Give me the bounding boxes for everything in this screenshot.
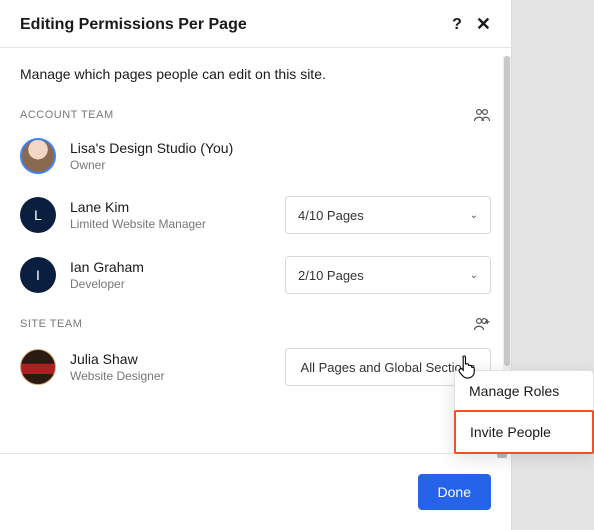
account-team-title: ACCOUNT TEAM xyxy=(20,109,114,121)
avatar xyxy=(20,349,56,385)
pages-dropdown[interactable]: 2/10 Pages ⌄ xyxy=(285,256,491,294)
modal-header: Editing Permissions Per Page ? ✕ xyxy=(0,0,511,48)
member-info: Lane Kim Limited Website Manager xyxy=(70,199,285,231)
account-team-header: ACCOUNT TEAM xyxy=(20,108,491,122)
member-info: Julia Shaw Website Designer xyxy=(70,351,285,383)
help-icon[interactable]: ? xyxy=(452,16,462,34)
menu-item-invite-people[interactable]: Invite People xyxy=(454,410,594,454)
done-button[interactable]: Done xyxy=(418,474,491,510)
avatar: I xyxy=(20,257,56,293)
member-role: Owner xyxy=(70,158,285,172)
add-people-icon[interactable] xyxy=(473,316,491,332)
member-info: Ian Graham Developer xyxy=(70,259,285,291)
modal-footer: Done xyxy=(0,453,511,530)
member-row: Julia Shaw Website Designer All Pages an… xyxy=(20,348,491,386)
member-name: Ian Graham xyxy=(70,259,285,275)
people-icon[interactable] xyxy=(473,108,491,122)
member-name: Lane Kim xyxy=(70,199,285,215)
member-role: Developer xyxy=(70,277,285,291)
team-actions-menu: Manage Roles Invite People xyxy=(454,370,594,454)
menu-item-manage-roles[interactable]: Manage Roles xyxy=(455,371,593,411)
member-role: Limited Website Manager xyxy=(70,217,285,231)
site-team-header: SITE TEAM xyxy=(20,316,491,332)
member-row: L Lane Kim Limited Website Manager 4/10 … xyxy=(20,196,491,234)
site-team-title: SITE TEAM xyxy=(20,318,82,330)
chevron-down-icon: ⌄ xyxy=(470,270,478,281)
member-row: I Ian Graham Developer 2/10 Pages ⌄ xyxy=(20,256,491,294)
pages-dropdown[interactable]: 4/10 Pages ⌄ xyxy=(285,196,491,234)
avatar: L xyxy=(20,197,56,233)
close-icon[interactable]: ✕ xyxy=(476,14,491,35)
chevron-down-icon: ⌄ xyxy=(470,210,478,221)
pages-value: 2/10 Pages xyxy=(298,268,364,283)
permissions-modal: Editing Permissions Per Page ? ✕ Manage … xyxy=(0,0,512,530)
pages-value: 4/10 Pages xyxy=(298,208,364,223)
avatar xyxy=(20,138,56,174)
pages-value: All Pages and Global Sections xyxy=(301,360,476,375)
intro-text: Manage which pages people can edit on th… xyxy=(20,66,491,82)
header-actions: ? ✕ xyxy=(452,14,491,35)
member-name: Julia Shaw xyxy=(70,351,285,367)
modal-body: Manage which pages people can edit on th… xyxy=(0,48,511,453)
member-info: Lisa's Design Studio (You) Owner xyxy=(70,140,285,172)
member-role: Website Designer xyxy=(70,369,285,383)
modal-title: Editing Permissions Per Page xyxy=(20,16,452,34)
member-name: Lisa's Design Studio (You) xyxy=(70,140,285,156)
member-row: Lisa's Design Studio (You) Owner xyxy=(20,138,491,174)
